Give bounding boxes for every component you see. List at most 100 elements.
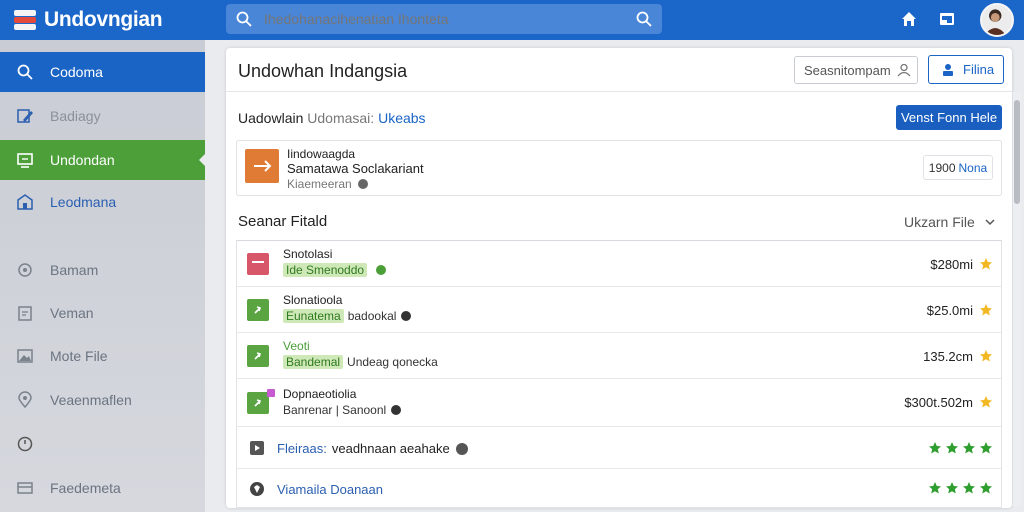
- sidebar-item-label: Bamam: [50, 262, 99, 278]
- filina-button-label: Filina: [963, 62, 995, 77]
- location-pin-icon: [18, 391, 32, 409]
- star-icon: [980, 442, 992, 454]
- card-thumbnail: [245, 149, 279, 183]
- filina-button[interactable]: Filina: [928, 55, 1004, 84]
- header-search-field[interactable]: Seasnitompam: [794, 56, 918, 84]
- play-icon: [250, 441, 264, 455]
- list-link-part2: veadhnaan aeahake: [331, 441, 450, 456]
- list-link[interactable]: Viamaila Doanaan: [277, 482, 388, 497]
- subheader-title: Uadowlain Udomasai: Ukeabs: [238, 110, 426, 126]
- sidebar-item-faedemeta[interactable]: Faedemeta: [0, 468, 205, 508]
- star-icon: [946, 442, 958, 454]
- sidebar-item-label: Undondan: [50, 152, 115, 168]
- card-badge[interactable]: 1900 Nona: [923, 155, 993, 180]
- list-item[interactable]: Snotolasi Ide Smenoddo $280mi: [237, 241, 1001, 287]
- card-line2: Samatawa Soclakariant: [287, 161, 424, 176]
- sidebar-item-label: Mote File: [50, 348, 108, 364]
- home-icon[interactable]: [900, 10, 918, 28]
- star-icon[interactable]: [979, 303, 993, 317]
- sidebar-item-clock[interactable]: [0, 424, 205, 464]
- sidebar-item-label: Leodmana: [50, 194, 117, 210]
- main-scrollbar[interactable]: [1013, 92, 1021, 506]
- star-icon: [980, 482, 992, 494]
- list-item-meta-text: Undeag qonecka: [347, 355, 438, 369]
- star-icon: [929, 442, 941, 454]
- rating-stars[interactable]: [928, 481, 993, 495]
- person-icon: [897, 63, 911, 77]
- arrow-right-icon: [247, 299, 269, 321]
- window-icon[interactable]: [938, 10, 956, 28]
- arrow-right-icon: [247, 345, 269, 367]
- list-item-name: Snotolasi: [283, 247, 333, 261]
- search-submit-icon[interactable]: [636, 11, 652, 27]
- sidebar-item-veaenmaflen[interactable]: Veaenmaflen: [0, 380, 205, 420]
- info-icon: [455, 442, 468, 455]
- sidebar-item-label: Codoma: [50, 64, 103, 80]
- sidebar-item-bamam[interactable]: Bamam: [0, 250, 205, 290]
- panel-header: Undowhan Indangsia Seasnitompam Filina: [226, 48, 1012, 92]
- venst-fonn-hele-button[interactable]: Venst Fonn Hele: [896, 105, 1002, 130]
- sidebar-item-mote-file[interactable]: Mote File: [0, 336, 205, 376]
- sidebar-item-leodmana[interactable]: Leodmana: [0, 182, 205, 222]
- sidebar-item-label: Veaenmaflen: [50, 392, 132, 408]
- search-icon: [236, 11, 252, 27]
- list-link[interactable]: Fleiraas: veadhnaan aeahake: [277, 441, 468, 456]
- list-item-tag: Bandemal: [283, 355, 344, 369]
- list-item-meta: Eunatema badookal: [283, 309, 412, 323]
- chevron-down-icon: [985, 219, 995, 226]
- star-icon[interactable]: [979, 257, 993, 271]
- sidebar: Codoma Badiagy Undondan Leodmana Bamam V…: [0, 40, 205, 512]
- sidebar-item-label: Faedemeta: [50, 480, 121, 496]
- results-list: Snotolasi Ide Smenoddo $280mi Slonatiool…: [236, 240, 1002, 508]
- list-item-meta: Bandemal Undeag qonecka: [283, 355, 438, 369]
- star-icon: [946, 482, 958, 494]
- list-item-tag: Ide Smenoddo: [283, 263, 368, 277]
- sidebar-item-undondan[interactable]: Undondan: [0, 140, 205, 180]
- list-link-part1: Fleiraas:: [277, 441, 327, 456]
- star-icon[interactable]: [979, 349, 993, 363]
- star-icon[interactable]: [979, 395, 993, 409]
- pencil-icon: [17, 109, 33, 123]
- star-icon: [929, 482, 941, 494]
- sidebar-item-badiagy[interactable]: Badiagy: [0, 96, 205, 136]
- summary-card[interactable]: Iindowaagda Samatawa Soclakariant Kiaeme…: [236, 140, 1002, 196]
- section-filter-dropdown[interactable]: Ukzarn File: [904, 214, 995, 230]
- list-link-row[interactable]: Viamaila Doanaan: [237, 469, 1001, 509]
- card-line3: Kiaemeeran: [287, 177, 368, 191]
- app-logo[interactable]: Undovngian: [14, 8, 214, 32]
- list-link-row[interactable]: Fleiraas: veadhnaan aeahake: [237, 427, 1001, 469]
- list-item-meta-text: Banrenar | Sanoonl: [283, 403, 387, 417]
- section-filter-label: Ukzarn File: [904, 214, 975, 230]
- document-icon: [247, 253, 269, 275]
- tag-marker-icon: [267, 389, 275, 397]
- rating-stars[interactable]: [928, 441, 993, 455]
- sidebar-item-label: Badiagy: [50, 108, 101, 124]
- arrow-right-icon: [247, 392, 269, 414]
- card-badge-link: Nona: [958, 160, 988, 175]
- list-item-meta-text: badookal: [347, 309, 397, 323]
- scrollbar-thumb[interactable]: [1014, 100, 1020, 204]
- clipboard-icon: [18, 306, 32, 321]
- list-item-meta: Banrenar | Sanoonl: [283, 403, 402, 417]
- list-item[interactable]: Dopnaeotiolia Banrenar | Sanoonl $300t.5…: [237, 379, 1001, 427]
- list-item-name: Veoti: [283, 339, 310, 353]
- list-item-meta: Ide Smenoddo: [283, 263, 387, 277]
- subheader-link[interactable]: Ukeabs: [378, 110, 425, 126]
- status-dot-icon: [401, 311, 412, 321]
- sidebar-item-codoma[interactable]: Codoma: [0, 52, 205, 92]
- search-icon: [17, 64, 33, 80]
- list-item[interactable]: Slonatioola Eunatema badookal $25.0mi: [237, 287, 1001, 333]
- section-title: Seanar Fitald: [238, 213, 328, 230]
- list-item[interactable]: Veoti Bandemal Undeag qonecka 135.2cm: [237, 333, 1001, 379]
- subheader-part2: Udomasai:: [307, 110, 375, 126]
- card-line3-text: Kiaemeeran: [287, 177, 352, 191]
- list-link-part1: Viamaila Doanaan: [277, 482, 383, 497]
- global-search[interactable]: [226, 4, 662, 34]
- sidebar-item-veman[interactable]: Veman: [0, 293, 205, 333]
- list-item-price: $300t.502m: [904, 395, 973, 410]
- top-bar: Undovngian: [0, 0, 1024, 40]
- gear-icon: [18, 263, 32, 277]
- arrow-right-icon: [254, 160, 272, 172]
- user-avatar[interactable]: [980, 3, 1014, 37]
- search-input[interactable]: [264, 11, 624, 27]
